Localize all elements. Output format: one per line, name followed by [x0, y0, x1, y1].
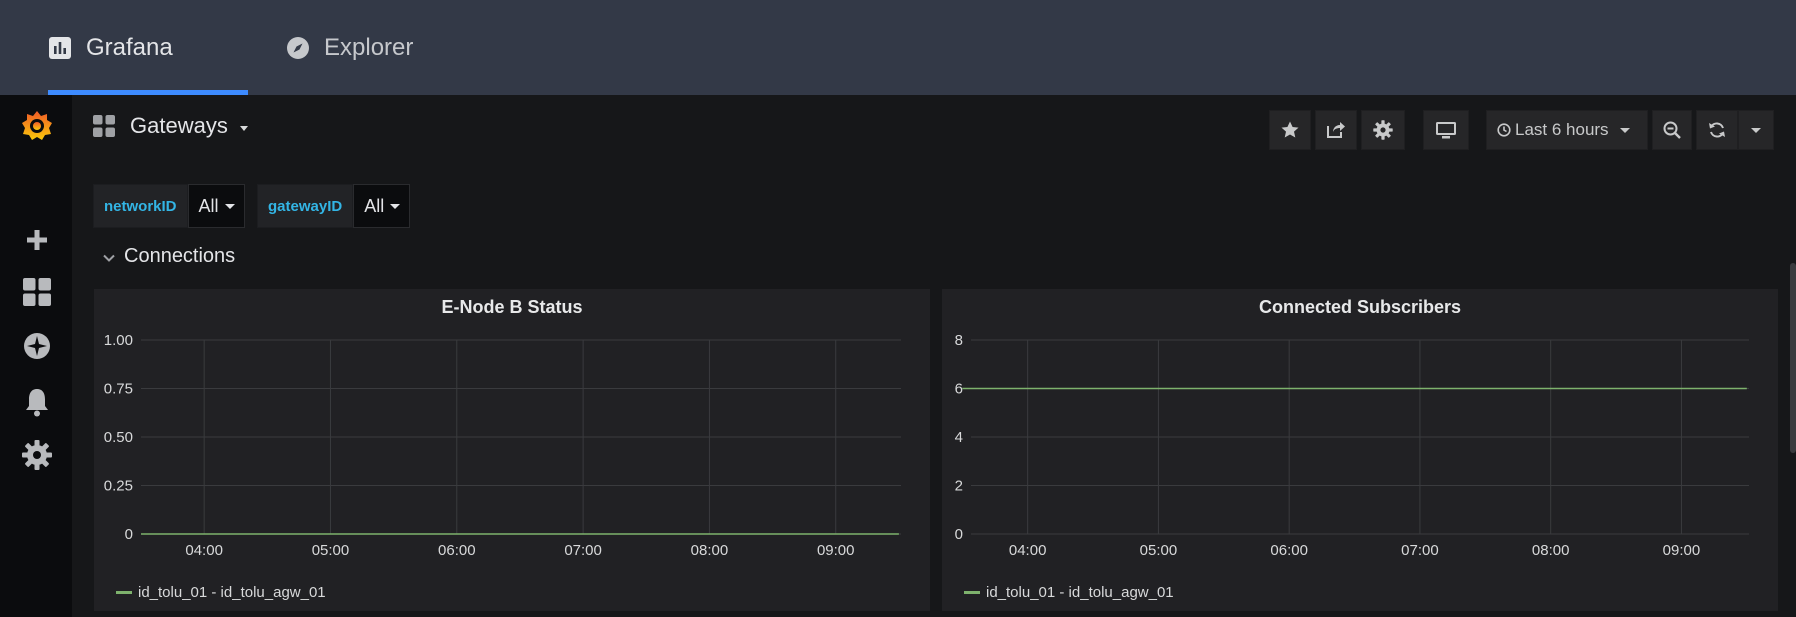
share-button[interactable] — [1315, 110, 1357, 150]
variable-label: gatewayID — [257, 184, 354, 228]
x-tick-label: 09:00 — [1663, 542, 1701, 559]
caret-down-icon — [1751, 128, 1761, 133]
legend-item[interactable]: id_tolu_01 - id_tolu_agw_01 — [116, 584, 326, 601]
x-tick-label: 04:00 — [185, 542, 223, 559]
monitor-icon — [1436, 122, 1456, 139]
variable-label: networkID — [93, 184, 188, 228]
y-tick-label: 0.75 — [104, 381, 133, 398]
x-tick-label: 04:00 — [1009, 542, 1047, 559]
dashboard-main: Gateways Last 6 hours networkID All gate… — [72, 95, 1796, 617]
tv-mode-button[interactable] — [1423, 110, 1469, 150]
tab-grafana-label: Grafana — [86, 33, 173, 61]
clock-icon — [1497, 123, 1511, 137]
plus-icon[interactable] — [20, 223, 54, 257]
variable-value: All — [198, 195, 219, 216]
variable-gatewayid: gatewayID All — [257, 184, 411, 228]
x-tick-label: 08:00 — [1532, 542, 1570, 559]
zoom-out-button[interactable] — [1652, 110, 1692, 150]
share-icon — [1327, 122, 1345, 138]
x-tick-label: 06:00 — [1270, 542, 1308, 559]
chart-enodeb-status: 1.00 0.75 0.50 0.25 0 04:00 05:00 06:00 07:00 08:… — [104, 332, 901, 559]
refresh-button[interactable] — [1696, 110, 1738, 150]
chevron-down-icon — [103, 254, 115, 262]
gear-icon — [1373, 120, 1393, 140]
star-icon — [1281, 121, 1299, 138]
dashboards-icon — [93, 115, 115, 137]
x-tick-label: 09:00 — [817, 542, 855, 559]
variable-value: All — [364, 195, 385, 216]
gear-icon[interactable] — [20, 438, 54, 472]
y-tick-label: 2 — [955, 478, 963, 495]
zoom-out-icon — [1663, 121, 1681, 139]
tab-explorer[interactable]: Explorer — [286, 0, 413, 95]
tab-explorer-label: Explorer — [324, 33, 414, 61]
time-range-picker[interactable]: Last 6 hours — [1486, 110, 1648, 150]
dashboards-icon[interactable] — [20, 275, 54, 309]
x-tick-label: 07:00 — [564, 542, 602, 559]
legend-swatch — [116, 591, 132, 594]
x-tick-label: 05:00 — [312, 542, 350, 559]
variable-networkid: networkID All — [93, 184, 245, 228]
variable-gatewayid-select[interactable]: All — [353, 184, 411, 228]
caret-down-icon — [1619, 128, 1630, 133]
chart-connected-subscribers: 8 6 4 2 0 04:00 05:00 06:00 07:00 08:00 09:00 — [955, 332, 1749, 559]
y-tick-label: 0 — [955, 526, 963, 543]
y-tick-label: 8 — [955, 332, 963, 349]
x-tick-label: 07:00 — [1401, 542, 1439, 559]
legend-item[interactable]: id_tolu_01 - id_tolu_agw_01 — [964, 584, 1174, 601]
y-tick-label: 0.25 — [104, 478, 133, 495]
compass-icon — [287, 36, 309, 59]
y-tick-label: 4 — [955, 429, 963, 446]
x-tick-label: 05:00 — [1140, 542, 1178, 559]
y-tick-label: 6 — [955, 381, 963, 398]
y-tick-label: 0.50 — [104, 429, 133, 446]
y-tick-label: 1.00 — [104, 332, 133, 349]
bar-chart-icon — [49, 36, 71, 59]
dashboard-title: Gateways — [130, 113, 228, 138]
x-tick-label: 06:00 — [438, 542, 476, 559]
row-title: Connections — [124, 245, 236, 267]
legend-label: id_tolu_01 - id_tolu_agw_01 — [138, 584, 326, 601]
y-tick-label: 0 — [125, 526, 133, 543]
caret-down-icon — [239, 126, 248, 131]
variable-networkid-select[interactable]: All — [187, 184, 245, 228]
panel-enodeb-status: E-Node B Status 1.00 0.75 0.50 0.25 0 04:00 05… — [94, 289, 930, 611]
legend-swatch — [964, 591, 980, 594]
refresh-icon — [1709, 122, 1725, 138]
caret-down-icon — [224, 204, 235, 209]
caret-down-icon — [390, 204, 401, 209]
row-header-connections[interactable]: Connections — [102, 245, 235, 268]
bell-icon[interactable] — [20, 385, 54, 419]
top-bar: Grafana Explorer — [0, 0, 1796, 95]
refresh-interval-dropdown[interactable] — [1738, 110, 1774, 150]
grafana-logo-icon[interactable] — [20, 109, 54, 143]
explore-icon[interactable] — [20, 329, 54, 363]
settings-button[interactable] — [1361, 110, 1405, 150]
time-range-label: Last 6 hours — [1515, 120, 1609, 139]
dashboard-picker[interactable]: Gateways — [92, 113, 250, 139]
panel-connected-subscribers: Connected Subscribers 8 6 4 2 0 04:00 05:00 06:… — [942, 289, 1778, 611]
scrollbar-thumb[interactable] — [1790, 263, 1796, 453]
side-nav — [0, 95, 72, 617]
star-button[interactable] — [1269, 110, 1311, 150]
x-tick-label: 08:00 — [691, 542, 729, 559]
legend-label: id_tolu_01 - id_tolu_agw_01 — [986, 584, 1174, 601]
tab-grafana[interactable]: Grafana — [48, 0, 248, 95]
